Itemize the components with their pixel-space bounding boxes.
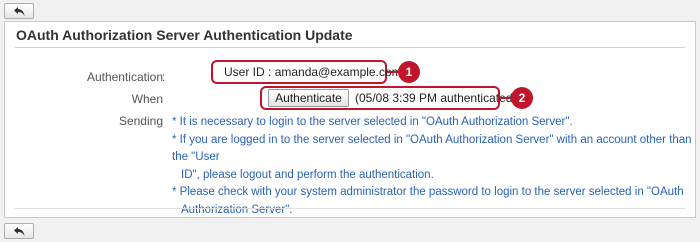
page-title: OAuth Authorization Server Authenticatio… (16, 27, 353, 43)
note-password-line2: Authorization Server". (181, 203, 293, 216)
note-other-account-line1: * If you are logged in to the server sel… (172, 133, 692, 164)
auth-when-sending-label: Authentication When Sending (53, 66, 163, 132)
label-line-2: Sending (118, 114, 163, 128)
label-colon: : (162, 70, 166, 84)
user-id-value: amanda@example.com (274, 65, 402, 79)
back-button-bottom[interactable] (4, 223, 34, 239)
notes-list: * It is necessary to login to the server… (172, 114, 692, 219)
back-button-top[interactable] (4, 3, 34, 19)
back-arrow-icon (13, 6, 24, 16)
note-login-required: * It is necessary to login to the server… (172, 116, 573, 128)
label-line-1: Authentication When (86, 70, 163, 106)
user-id-separator: : (268, 65, 272, 79)
title-divider (15, 47, 685, 48)
user-id-label: User ID (224, 65, 265, 79)
auth-status-text: (05/08 3:39 PM authenticated) (355, 91, 517, 105)
oauth-auth-panel: OAuth Authorization Server Authenticatio… (4, 21, 696, 218)
note-password-line1: * Please check with your system administ… (172, 186, 684, 198)
authenticate-button[interactable]: Authenticate (268, 89, 349, 107)
back-arrow-icon (13, 226, 24, 236)
callout-badge-2: 2 (511, 87, 533, 109)
note-other-account-line2: ID", please logout and perform the authe… (181, 168, 434, 181)
callout-badge-1: 1 (398, 61, 420, 83)
user-id-display: User ID : amanda@example.com (224, 65, 402, 79)
bottom-divider (15, 208, 685, 209)
